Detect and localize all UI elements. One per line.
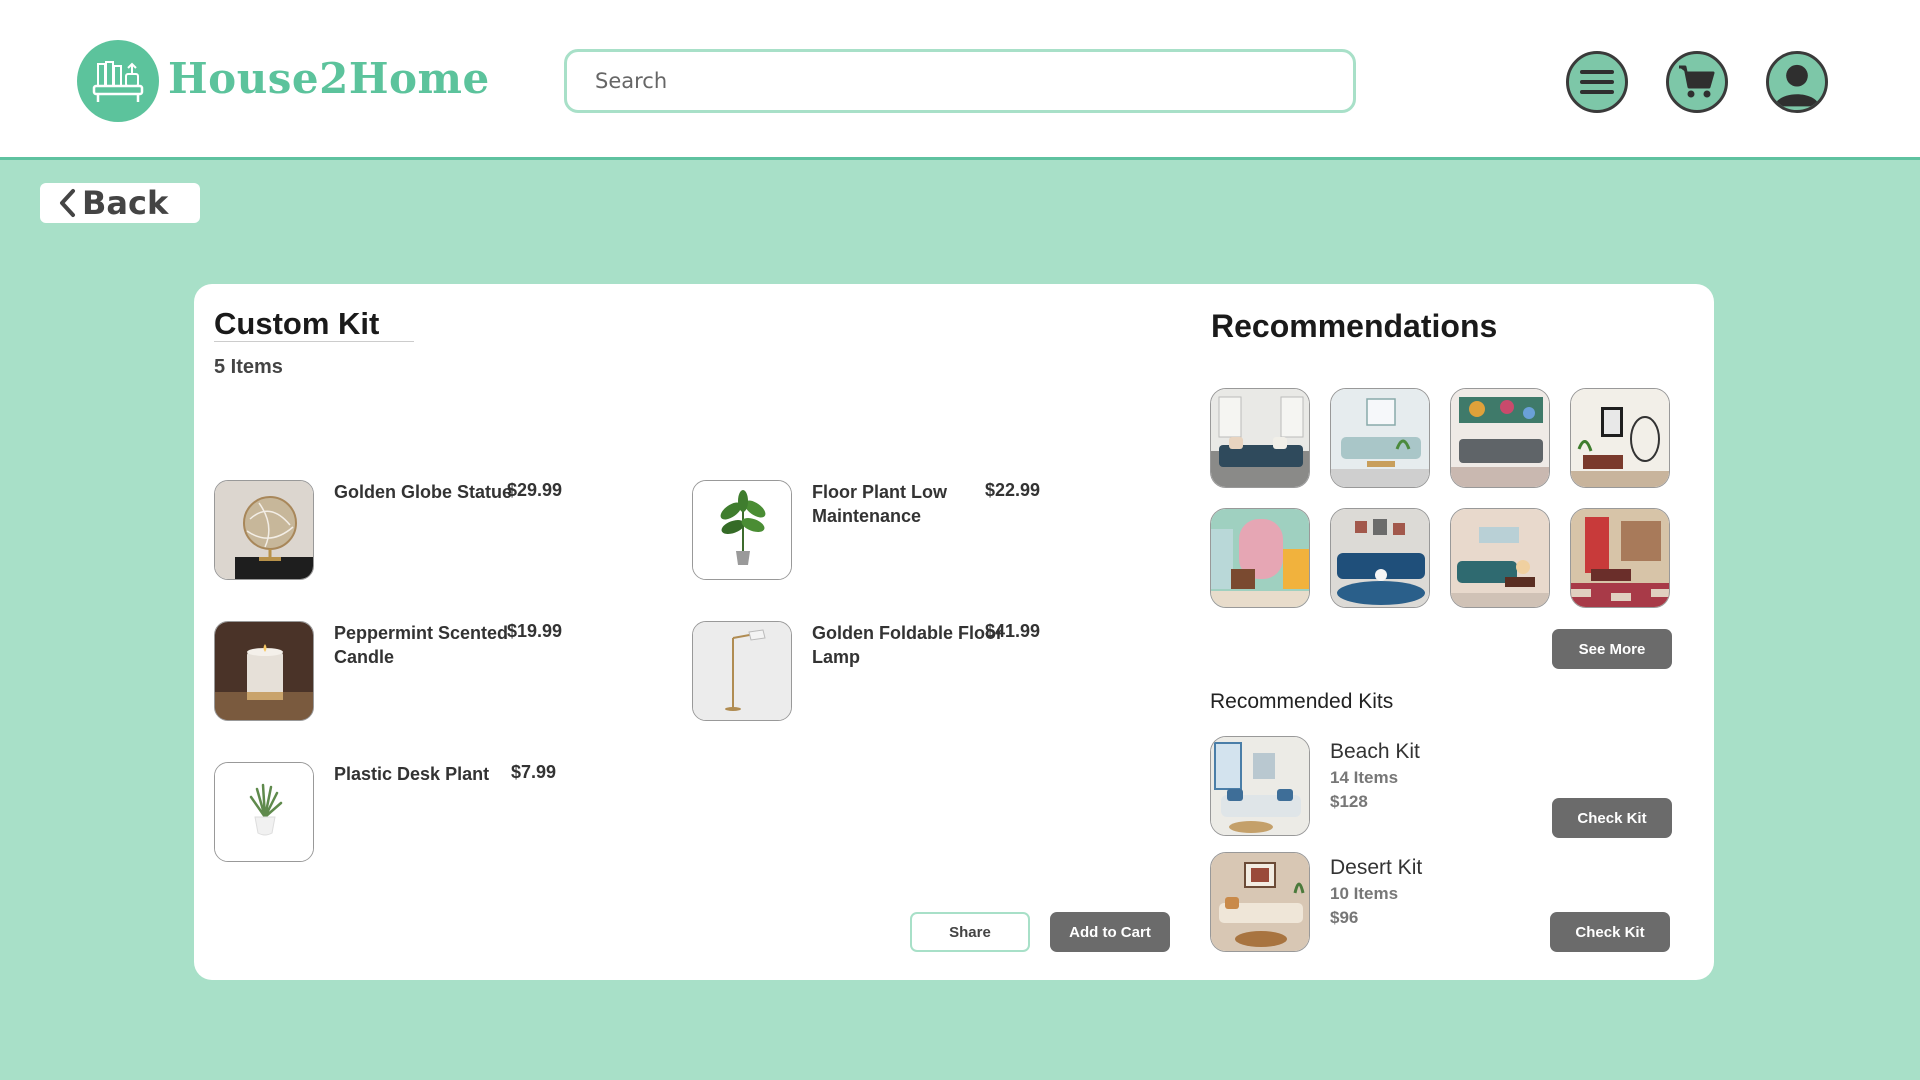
kit-image-beach[interactable] [1210, 736, 1310, 836]
check-kit-button[interactable]: Check Kit [1550, 912, 1670, 952]
kit-name[interactable]: Beach Kit [1330, 740, 1420, 764]
kit-price: $96 [1330, 908, 1359, 927]
title-divider [214, 341, 414, 342]
kit-price: $128 [1330, 792, 1368, 811]
profile-icon[interactable] [1766, 51, 1828, 113]
item-price: $22.99 [984, 480, 1040, 500]
recommendation-image[interactable] [1330, 508, 1430, 608]
item-image-desk-plant[interactable] [214, 762, 314, 862]
search-input[interactable] [564, 49, 1356, 113]
recommended-kits-title: Recommended Kits [1210, 690, 1394, 713]
recommendation-image[interactable] [1570, 508, 1670, 608]
header: House2Home [0, 0, 1920, 160]
recommendation-image[interactable] [1210, 508, 1310, 608]
check-kit-button[interactable]: Check Kit [1552, 798, 1672, 838]
kit-name[interactable]: Desert Kit [1330, 856, 1422, 880]
recommendations-title: Recommendations [1211, 308, 1498, 344]
chevron-left-icon [60, 189, 75, 217]
item-price: $29.99 [506, 480, 562, 500]
item-price: $41.99 [984, 621, 1040, 641]
kit-card: Custom Kit 5 Items Golden Globe Statue $… [194, 284, 1714, 980]
back-label: Back [82, 184, 169, 222]
kit-title: Custom Kit [214, 306, 380, 341]
recommendation-image[interactable] [1330, 388, 1430, 488]
item-image-candle[interactable] [214, 621, 314, 721]
back-button[interactable]: Back [40, 183, 200, 223]
kit-item-count: 14 Items [1330, 768, 1399, 787]
share-button[interactable]: Share [910, 912, 1030, 952]
recommendation-image[interactable] [1450, 508, 1550, 608]
recommendation-image[interactable] [1570, 388, 1670, 488]
kit-item-count: 5 Items [214, 356, 283, 378]
logo-icon[interactable] [77, 40, 159, 122]
cart-icon[interactable] [1666, 51, 1728, 113]
item-image-floor-lamp[interactable] [692, 621, 792, 721]
recommendation-image[interactable] [1210, 388, 1310, 488]
item-image-floor-plant[interactable] [692, 480, 792, 580]
kit-item-count: 10 Items [1330, 884, 1399, 903]
add-to-cart-button[interactable]: Add to Cart [1050, 912, 1170, 952]
item-price: $19.99 [506, 621, 562, 641]
item-price: $7.99 [510, 762, 556, 782]
brand-name[interactable]: House2Home [168, 54, 490, 103]
menu-icon[interactable] [1566, 51, 1628, 113]
kit-image-desert[interactable] [1210, 852, 1310, 952]
item-image-golden-globe[interactable] [214, 480, 314, 580]
see-more-button[interactable]: See More [1552, 629, 1672, 669]
recommendation-image[interactable] [1450, 388, 1550, 488]
